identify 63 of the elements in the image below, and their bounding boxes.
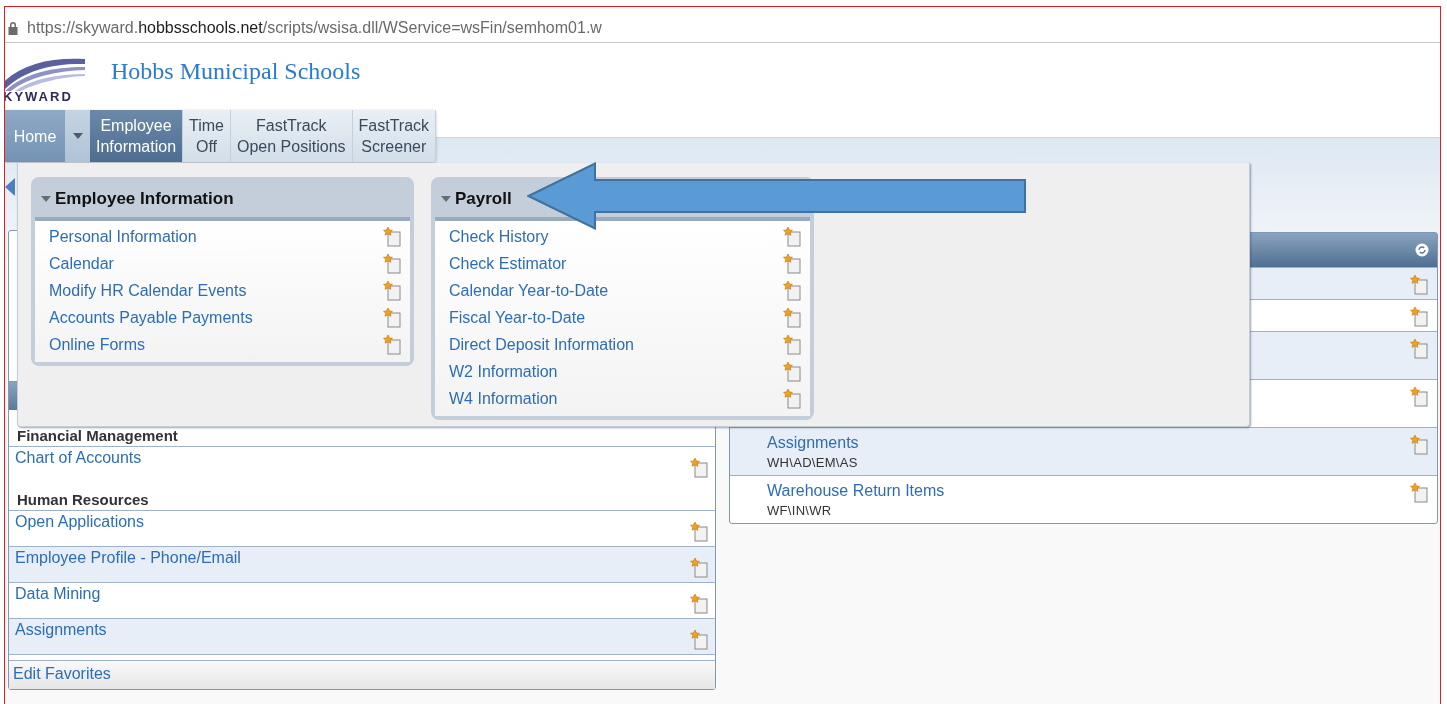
menu-link[interactable]: Direct Deposit Information [449,335,634,354]
favorite-icon[interactable] [782,279,802,302]
favorite-icon[interactable] [382,225,402,248]
section-heading: Financial Management [16,426,179,446]
favorite-icon[interactable] [782,225,802,248]
caret-icon[interactable] [441,196,451,202]
shortcut-link[interactable]: Warehouse Return Items [767,482,945,500]
left-arrow-icon[interactable] [5,178,15,196]
favorite-icon[interactable] [1409,434,1429,456]
menu-link[interactable]: Check Estimator [449,254,567,273]
favorite-icon[interactable] [689,629,709,651]
site-title: Hobbs Municipal Schools [111,58,361,85]
favorite-icon[interactable] [782,387,802,410]
favorite-icon[interactable] [382,333,402,356]
edit-favorites-link[interactable]: Edit Favorites [13,665,111,682]
card-title: Payroll [455,189,512,209]
favorite-icon[interactable] [1409,482,1429,504]
favorite-icon[interactable] [1409,338,1429,360]
favorite-icon[interactable] [382,252,402,275]
favorite-icon[interactable] [782,333,802,356]
favorite-icon[interactable] [1409,386,1429,408]
shortcut-code: WF\IN\WR [767,503,833,518]
menu-link[interactable]: W4 Information [449,389,558,408]
favorite-icon[interactable] [1409,274,1429,296]
menu-link[interactable]: Calendar [49,254,114,273]
menu-link[interactable]: Modify HR Calendar Events [49,281,247,300]
favorite-icon[interactable] [782,360,802,383]
url-text[interactable]: https://skyward.hobbsschools.net/scripts/wsisa.dll/WService=wsFin/semhom01.w [27,19,602,37]
lock-icon [7,21,19,35]
favorite-icon[interactable] [689,557,709,579]
menu-link[interactable]: Accounts Payable Payments [49,308,253,327]
refresh-icon[interactable] [1415,243,1429,257]
shortcut-link[interactable]: Assignments [767,434,859,452]
nav-tab[interactable]: FastTrack Screener [352,110,437,162]
favorite-link[interactable]: Assignments [15,621,107,639]
menu-link[interactable]: Online Forms [49,335,146,354]
card-title: Employee Information [55,189,234,209]
favorite-icon[interactable] [689,457,709,479]
favorite-link[interactable]: Open Applications [15,513,144,531]
home-tab[interactable]: Home [5,110,65,162]
favorite-icon[interactable] [382,306,402,329]
favorite-icon[interactable] [782,306,802,329]
nav-tab[interactable]: Employee Information [90,110,184,162]
menu-link[interactable]: Fiscal Year-to-Date [449,308,586,327]
section-heading: Human Resources [16,490,150,510]
menu-link[interactable]: Personal Information [49,227,197,246]
favorite-icon[interactable] [382,279,402,302]
favorite-icon[interactable] [1409,306,1429,328]
favorite-link[interactable]: Employee Profile - Phone/Email [15,549,241,567]
favorite-link[interactable]: Data Mining [15,585,101,603]
caret-icon[interactable] [41,196,51,202]
dropdown-button[interactable] [65,110,90,162]
nav-tab[interactable]: FastTrack Open Positions [231,110,353,162]
favorite-icon[interactable] [689,521,709,543]
caret-icon [72,133,83,139]
favorite-icon[interactable] [782,252,802,275]
menu-link[interactable]: Check History [449,227,549,246]
nav-tab[interactable]: Time Off [183,110,231,162]
favorite-icon[interactable] [689,593,709,615]
shortcut-code: WH\AD\EM\AS [767,455,859,470]
menu-link[interactable]: Calendar Year-to-Date [449,281,609,300]
favorite-link[interactable]: Chart of Accounts [15,449,142,467]
menu-link[interactable]: W2 Information [449,362,558,381]
